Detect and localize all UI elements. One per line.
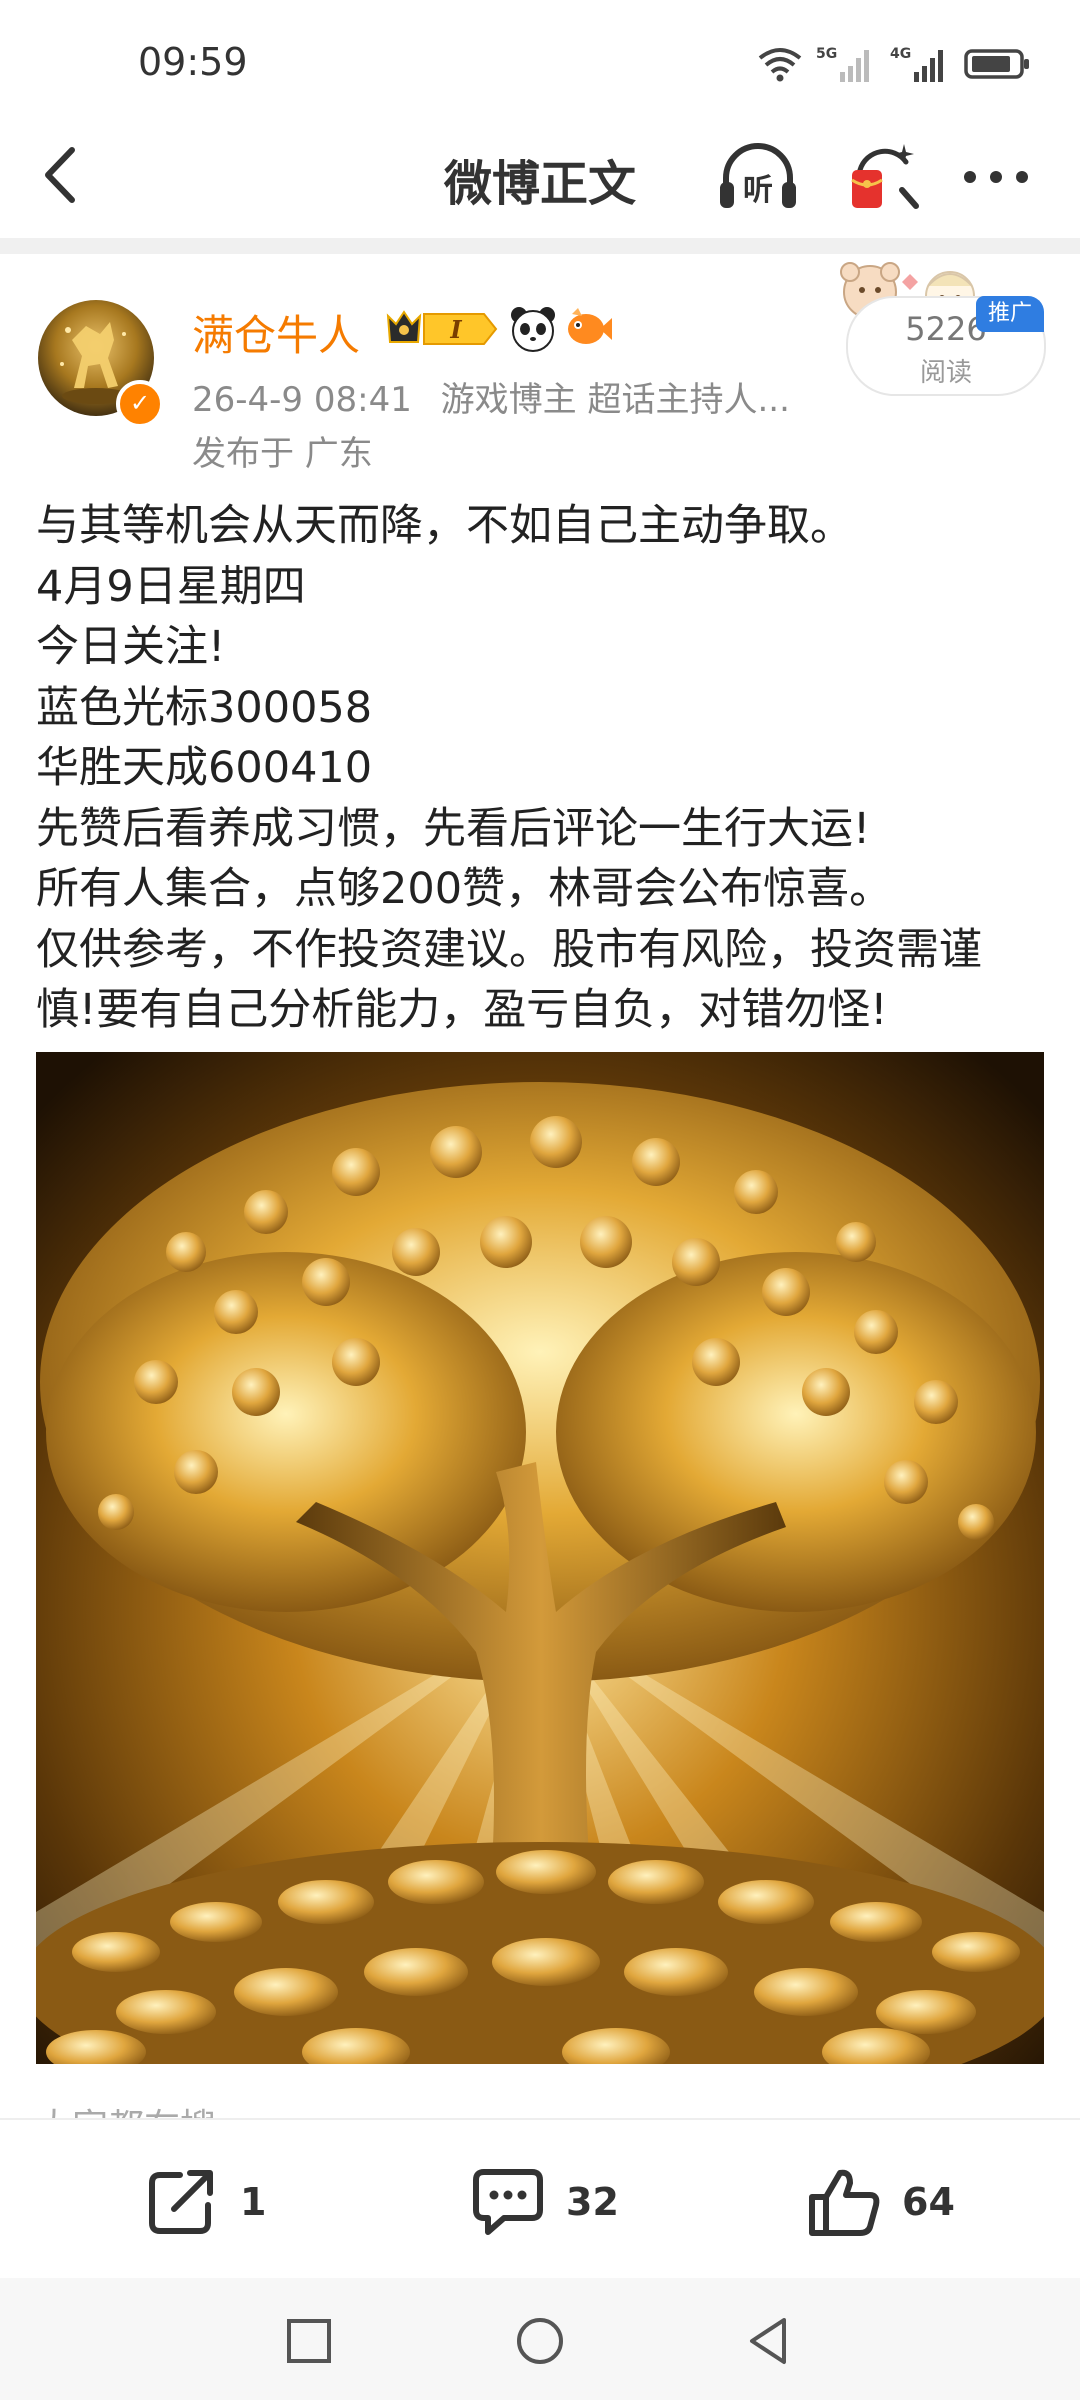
post-line: 慎!要有自己分析能力，盈亏自负，对错勿怪! <box>36 985 888 1035</box>
verified-badge-icon: ✓ <box>116 380 164 428</box>
author-tags: 游戏博主 超话主持人... <box>440 380 790 420</box>
comment-count: 32 <box>566 2180 619 2224</box>
post-line: 华胜天成600410 <box>36 743 373 793</box>
nav-bar: 微博正文 听 <box>0 110 1080 240</box>
red-packet-icon[interactable] <box>846 140 922 216</box>
listen-headphone-icon[interactable]: 听 <box>716 138 800 218</box>
post-location: 发布于 广东 <box>192 434 373 474</box>
comment-icon <box>473 2169 543 2235</box>
status-icons: 5G 4G <box>758 44 1030 84</box>
read-label: 阅读 <box>919 358 972 388</box>
post-timestamp: 26-4-9 08:41 <box>192 380 412 420</box>
like-count: 64 <box>902 2180 955 2224</box>
post-body: 与其等机会从天而降，不如自己主动争取。 4月9日星期四 今日关注! 蓝色光标30… <box>36 496 1046 1041</box>
signal-4g-icon: 4G <box>890 46 943 82</box>
share-icon <box>149 2170 213 2234</box>
share-button[interactable]: 1 <box>146 2166 266 2238</box>
more-options-icon[interactable] <box>960 162 1032 192</box>
fish-icon[interactable] <box>562 306 612 352</box>
listen-label: 听 <box>743 173 773 208</box>
system-navigation-bar <box>0 2278 1080 2400</box>
panda-icon[interactable] <box>508 304 558 354</box>
post-line: 蓝色光标300058 <box>36 682 373 733</box>
thumbs-up-icon <box>809 2169 880 2236</box>
share-count: 1 <box>240 2180 267 2224</box>
vip-level: I <box>449 315 462 344</box>
post-line: 4月9日星期四 <box>36 561 306 612</box>
post-line: 仅供参考，不作投资建议。股市有风险，投资需谨 <box>36 924 982 975</box>
action-bar: 1 32 64 <box>0 2118 1080 2280</box>
promo-tag[interactable]: 推广 <box>976 296 1044 332</box>
back-triangle-icon[interactable] <box>744 2316 794 2366</box>
recent-apps-icon[interactable] <box>284 2316 334 2366</box>
post-image-money-tree[interactable] <box>36 1052 1044 2064</box>
trending-search-peek[interactable]: 大家都在搜 <box>36 2098 216 2120</box>
post-meta: 26-4-9 08:41 游戏博主 超话主持人... <box>192 372 808 421</box>
post-line: 所有人集合，点够200赞，林哥会公布惊喜。 <box>36 864 893 914</box>
post-line: 今日关注! <box>36 622 226 672</box>
battery-icon <box>964 49 1029 79</box>
post-line: 与其等机会从天而降，不如自己主动争取。 <box>36 501 853 551</box>
home-icon[interactable] <box>515 2316 565 2366</box>
signal-5g-icon: 5G <box>816 46 869 82</box>
status-time: 09:59 <box>138 40 248 84</box>
divider <box>0 238 1080 254</box>
author-name[interactable]: 满仓牛人 <box>192 302 360 363</box>
network-label-5g: 5G <box>816 46 837 62</box>
vip-crown-badge-icon[interactable]: I <box>384 306 500 352</box>
post-line: 先赞后看养成习惯，先看后评论一生行大运! <box>36 803 871 854</box>
money-tree-illustration <box>36 1052 1044 2064</box>
like-button[interactable]: 64 <box>806 2166 955 2238</box>
comment-button[interactable]: 32 <box>470 2166 619 2238</box>
network-label-4g: 4G <box>890 46 911 62</box>
wifi-icon <box>758 48 802 82</box>
